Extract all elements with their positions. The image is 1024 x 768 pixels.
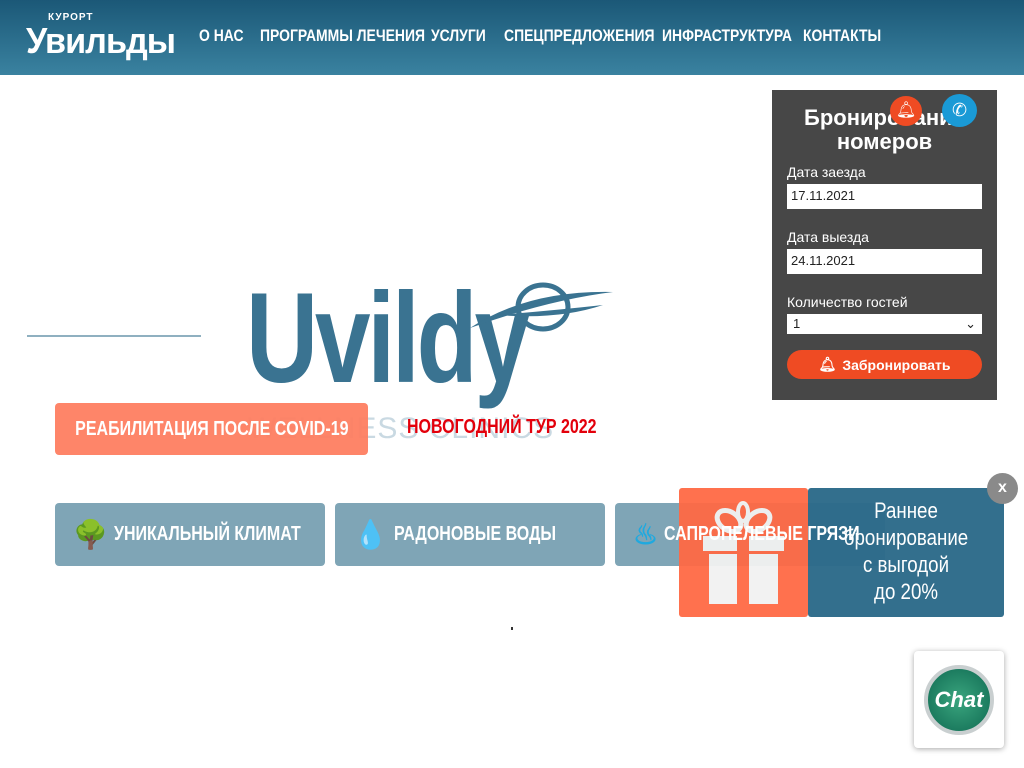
close-promo-button[interactable]: x xyxy=(987,473,1018,504)
checkout-input[interactable]: 24.11.2021 xyxy=(787,249,982,274)
phone-icon[interactable]: ✆ xyxy=(942,94,977,127)
divider xyxy=(27,335,201,337)
checkout-label: Дата выезда xyxy=(787,229,869,245)
chat-icon: Chat xyxy=(924,664,994,735)
guests-select[interactable]: 1 ⌄ xyxy=(787,314,982,334)
logo-big: Увильды xyxy=(26,20,176,61)
promo-line: до 20% xyxy=(874,579,938,604)
new-year-tour-link[interactable]: НОВОГОДНИЙ ТУР 2022 xyxy=(407,416,597,439)
feature-radon[interactable]: 💧 РАДОНОВЫЕ ВОДЫ xyxy=(335,503,605,566)
bell-icon: 🔔︎ xyxy=(818,356,837,372)
checkin-input[interactable]: 17.11.2021 xyxy=(787,184,982,209)
nav-offers[interactable]: СПЕЦПРЕДЛОЖЕНИЯ xyxy=(504,26,655,46)
main-nav: О НАС ПРОГРАММЫ ЛЕЧЕНИЯ УСЛУГИ СПЕЦПРЕДЛ… xyxy=(199,26,898,46)
mud-icon: ♨ xyxy=(633,519,659,550)
chevron-down-icon: ⌄ xyxy=(965,316,976,331)
covid-rehab-button[interactable]: РЕАБИЛИТАЦИЯ ПОСЛЕ COVID-19 xyxy=(55,403,368,455)
early-booking-promo[interactable]: Раннее бронирование с выгодой до 20% xyxy=(808,488,1004,617)
checkin-label: Дата заезда xyxy=(787,164,866,180)
promo-line: с выгодой xyxy=(862,552,950,577)
chat-button[interactable]: Chat xyxy=(914,651,1004,748)
nav-about[interactable]: О НАС xyxy=(199,26,249,46)
guests-value: 1 xyxy=(793,316,801,331)
feature-label: УНИКАЛЬНЫЙ КЛИМАТ xyxy=(113,523,301,545)
nav-infrastructure[interactable]: ИНФРАСТРУКТУРА xyxy=(662,26,792,46)
wave-logo-icon xyxy=(470,282,613,332)
covid-label: РЕАБИЛИТАЦИЯ ПОСЛЕ COVID-19 xyxy=(74,417,349,440)
dot xyxy=(511,627,513,630)
book-button[interactable]: 🔔︎ Забронировать xyxy=(787,350,982,379)
promo-line: Раннее xyxy=(874,498,938,523)
nav-programs[interactable]: ПРОГРАММЫ ЛЕЧЕНИЯ xyxy=(260,26,425,46)
feature-label: РАДОНОВЫЕ ВОДЫ xyxy=(393,523,556,545)
booking-widget: Бронирование номеров Дата заезда 17.11.2… xyxy=(772,90,997,400)
book-label: Забронировать xyxy=(842,356,951,373)
bell-icon[interactable]: 🔔︎ xyxy=(890,96,922,126)
drops-icon: 💧 xyxy=(353,519,388,550)
guests-label: Количество гостей xyxy=(787,294,908,310)
tree-icon: 🌳 xyxy=(73,519,108,550)
feature-label: САПРОПЕЛЕВЫЕ ГРЯЗИ xyxy=(664,523,860,545)
nav-contacts[interactable]: КОНТАКТЫ xyxy=(803,26,881,46)
feature-climate[interactable]: 🌳 УНИКАЛЬНЫЙ КЛИМАТ xyxy=(55,503,325,566)
gift-icon[interactable] xyxy=(679,488,808,617)
nav-services[interactable]: УСЛУГИ xyxy=(431,26,491,46)
header: КУРОРТ Увильды О НАС ПРОГРАММЫ ЛЕЧЕНИЯ У… xyxy=(0,0,1024,75)
